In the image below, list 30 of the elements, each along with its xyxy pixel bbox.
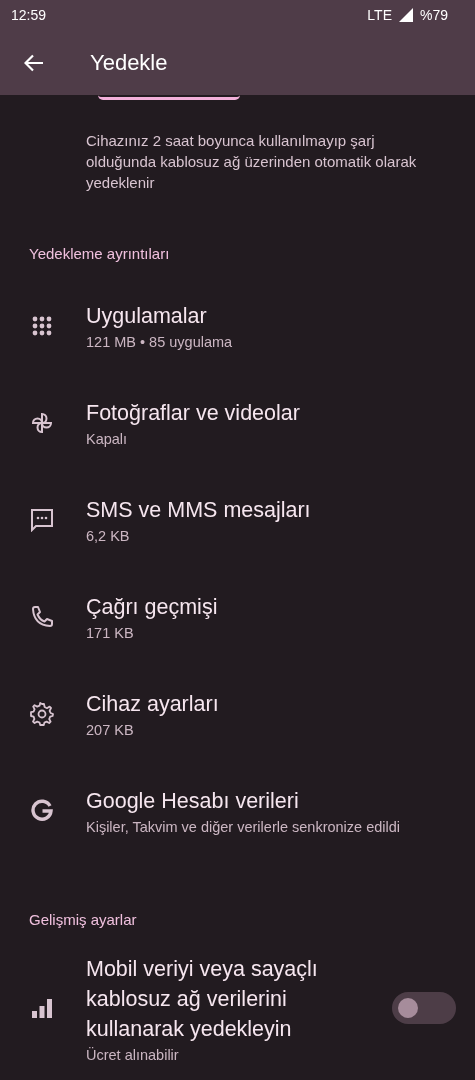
grid-icon <box>32 315 52 336</box>
setting-title[interactable]: Cihaz ayarları <box>86 689 475 719</box>
setting-title[interactable]: Mobil veriyi veya sayaçlı kablosuz ağ verilerini kullanarak yedekleyin <box>86 953 376 1044</box>
back-arrow-icon[interactable] <box>24 53 44 72</box>
toggle-switch[interactable] <box>392 992 456 1024</box>
status-time: 12:59 <box>11 7 47 23</box>
page-title: Yedekle <box>90 49 168 76</box>
setting-summary: 6,2 KB <box>86 528 131 544</box>
setting-title[interactable]: Google Hesabı verileri <box>86 786 475 816</box>
backup-button[interactable] <box>98 95 240 100</box>
setting-title[interactable]: SMS ve MMS mesajları <box>86 495 475 525</box>
setting-summary: Kapalı <box>86 431 129 447</box>
setting-title[interactable]: Çağrı geçmişi <box>86 592 475 622</box>
setting-summary: 171 KB <box>86 625 135 641</box>
message-icon <box>30 507 54 532</box>
signal-bars-icon <box>31 997 53 1019</box>
network-type: LTE <box>367 7 392 23</box>
setting-summary: 207 KB <box>86 722 135 738</box>
gear-icon <box>30 701 54 726</box>
section-header: Gelişmiş ayarlar <box>29 911 138 930</box>
battery-level: %79 <box>419 7 448 23</box>
backup-description: Cihazınız 2 saat boyunca kullanılmayıp şarj olduğunda kablosuz ağ üzerinden otomatik olarak yedeklenir <box>86 131 418 193</box>
setting-title[interactable]: Uygulamalar <box>86 301 475 331</box>
section-header: Yedekleme ayrıntıları <box>29 245 171 264</box>
setting-summary: Kişiler, Takvim ve diğer verilerle senkronize edildi <box>86 819 402 835</box>
phone-icon <box>30 604 54 629</box>
setting-title[interactable]: Fotoğraflar ve videolar <box>86 398 475 428</box>
setting-summary: 121 MB • 85 uygulama <box>86 334 234 350</box>
setting-summary: Ücret alınabilir <box>86 1046 180 1063</box>
signal-icon <box>398 8 413 22</box>
